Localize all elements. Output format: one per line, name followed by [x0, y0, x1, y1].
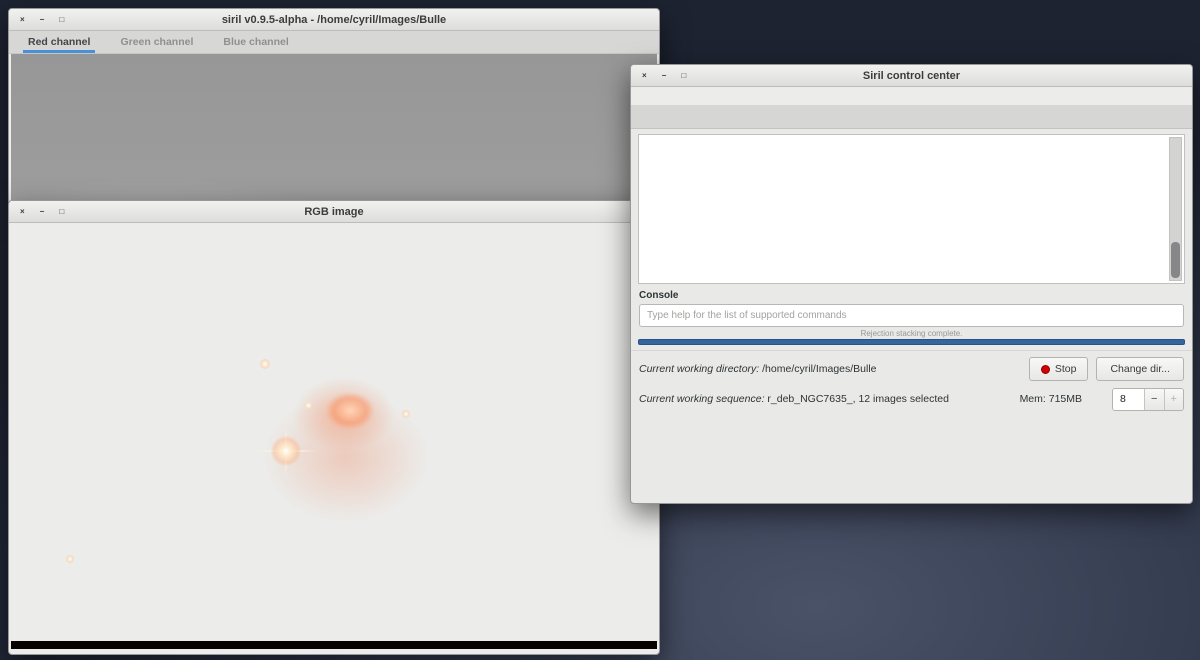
cc-window-controls: × − □	[642, 65, 686, 86]
nebula-haze	[231, 368, 461, 548]
tab-blue-channel[interactable]: Blue channel	[220, 31, 291, 53]
status-section: Current working directory: /home/cyril/I…	[631, 350, 1192, 504]
sequence-text: Current working sequence: r_deb_NGC7635_…	[639, 393, 949, 405]
nebula-core-star	[305, 402, 312, 409]
stop-button[interactable]: Stop	[1029, 357, 1089, 381]
medium-star	[66, 555, 74, 563]
cc-tabs	[631, 105, 1192, 129]
rgb-window-controls: × − □	[20, 201, 64, 222]
maximize-icon[interactable]: □	[59, 16, 64, 24]
console-section: Console	[631, 287, 1192, 327]
log-scrollbar-thumb[interactable]	[1171, 242, 1180, 278]
change-dir-button[interactable]: Change dir...	[1096, 357, 1184, 381]
close-icon[interactable]: ×	[20, 208, 25, 216]
spin-minus-button[interactable]: −	[1144, 389, 1164, 410]
main-window-title: siril v0.9.5-alpha - /home/cyril/Images/…	[9, 14, 659, 26]
rgb-titlebar[interactable]: × − □ RGB image	[9, 201, 659, 223]
rgb-window: × − □ RGB image	[8, 200, 660, 655]
close-icon[interactable]: ×	[642, 72, 647, 80]
output-log-view[interactable]	[638, 134, 1185, 284]
cwd-text: Current working directory: /home/cyril/I…	[639, 363, 877, 375]
desktop: × − □ siril v0.9.5-alpha - /home/cyril/I…	[0, 0, 1200, 660]
medium-star	[260, 359, 270, 369]
cwd-row: Current working directory: /home/cyril/I…	[639, 356, 1184, 383]
tab-red-channel[interactable]: Red channel	[25, 31, 93, 53]
stop-icon	[1041, 365, 1050, 374]
siril-main-window: × − □ siril v0.9.5-alpha - /home/cyril/I…	[8, 8, 660, 202]
console-label: Console	[639, 290, 1184, 301]
rgb-image[interactable]	[11, 223, 657, 649]
close-icon[interactable]: ×	[20, 16, 25, 24]
thread-spinbox: 8 − +	[1112, 388, 1184, 411]
main-titlebar[interactable]: × − □ siril v0.9.5-alpha - /home/cyril/I…	[9, 9, 659, 31]
memory-usage: Mem: 715MB	[1020, 393, 1082, 405]
progress-text: Rejection stacking complete.	[638, 329, 1185, 339]
log-scrollbar[interactable]	[1169, 137, 1182, 281]
red-channel-image[interactable]	[11, 54, 657, 200]
main-window-controls: × − □	[20, 9, 64, 30]
sequence-row: Current working sequence: r_deb_NGC7635_…	[639, 386, 1184, 413]
medium-star	[402, 410, 410, 418]
console-input[interactable]	[639, 304, 1184, 327]
cc-window-title: Siril control center	[631, 70, 1192, 82]
progress-section: Rejection stacking complete.	[638, 329, 1185, 345]
maximize-icon[interactable]: □	[681, 72, 686, 80]
tab-green-channel[interactable]: Green channel	[117, 31, 196, 53]
control-center-window: × − □ Siril control center Console Rejec…	[630, 64, 1193, 504]
rgb-window-title: RGB image	[9, 206, 659, 218]
minimize-icon[interactable]: −	[662, 72, 667, 80]
channel-tabs: Red channel Green channel Blue channel	[9, 31, 659, 54]
spinbox-value[interactable]: 8	[1113, 389, 1144, 410]
maximize-icon[interactable]: □	[59, 208, 64, 216]
spin-plus-button[interactable]: +	[1164, 389, 1184, 410]
image-bottom-edge	[11, 641, 657, 649]
progress-bar	[638, 339, 1185, 345]
minimize-icon[interactable]: −	[40, 208, 45, 216]
cc-titlebar[interactable]: × − □ Siril control center	[631, 65, 1192, 87]
log-lines	[644, 139, 1166, 280]
menubar	[631, 87, 1192, 105]
minimize-icon[interactable]: −	[40, 16, 45, 24]
